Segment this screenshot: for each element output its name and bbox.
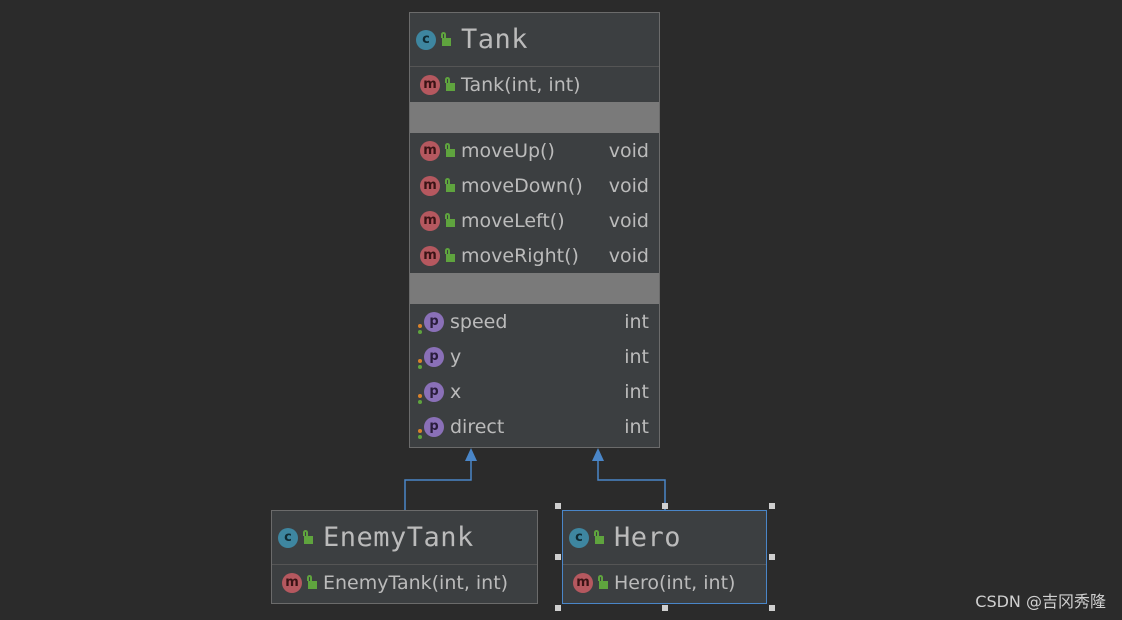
- hero-extends-arrow: [592, 448, 604, 461]
- enemytank-constructor-row[interactable]: m EnemyTank(int, int): [272, 565, 537, 600]
- field-name: y: [450, 345, 462, 368]
- field-type: int: [624, 345, 649, 368]
- class-icon: c: [278, 527, 298, 548]
- field-type: int: [624, 310, 649, 333]
- field-modifier-icon: [418, 359, 422, 369]
- method-icon: m: [420, 140, 440, 161]
- field-modifier-icon: [418, 324, 422, 334]
- tank-header: c Tank: [410, 13, 659, 67]
- public-lock-icon: [445, 247, 455, 262]
- property-icon: p: [424, 416, 444, 437]
- section-separator: [410, 273, 659, 304]
- class-icon: c: [569, 527, 589, 548]
- resize-handle-top-right[interactable]: [769, 503, 775, 509]
- method-return-type: void: [608, 139, 649, 162]
- method-return-type: void: [608, 174, 649, 197]
- method-icon: m: [420, 74, 440, 95]
- field-row-y[interactable]: p y int: [410, 339, 659, 374]
- method-icon: m: [573, 572, 593, 593]
- resize-handle-bottom-right[interactable]: [769, 605, 775, 611]
- field-modifier-icon: [418, 429, 422, 439]
- field-type: int: [624, 380, 649, 403]
- public-lock-icon: [445, 142, 455, 157]
- constructor-label: Tank(int, int): [461, 73, 581, 96]
- watermark-text: CSDN @吉冈秀隆: [975, 592, 1106, 611]
- property-icon: p: [424, 346, 444, 367]
- resize-handle-middle-right[interactable]: [769, 554, 775, 560]
- public-lock-icon: [441, 31, 451, 46]
- field-row-speed[interactable]: p speed int: [410, 304, 659, 339]
- method-icon: m: [282, 572, 302, 593]
- class-icon: c: [416, 29, 436, 50]
- field-name: x: [450, 380, 462, 403]
- property-icon: p: [424, 381, 444, 402]
- field-row-x[interactable]: p x int: [410, 374, 659, 409]
- tank-constructor-row[interactable]: m Tank(int, int): [410, 67, 659, 102]
- constructor-label: Hero(int, int): [614, 571, 736, 594]
- hero-title: Hero: [614, 522, 682, 553]
- method-icon: m: [420, 175, 440, 196]
- resize-handle-top-center[interactable]: [662, 503, 668, 509]
- resize-handle-middle-left[interactable]: [555, 554, 561, 560]
- enemytank-extends-arrow: [465, 448, 477, 461]
- method-icon: m: [420, 210, 440, 231]
- tank-title: Tank: [461, 24, 529, 55]
- public-lock-icon: [445, 212, 455, 227]
- method-icon: m: [420, 245, 440, 266]
- method-return-type: void: [608, 209, 649, 232]
- property-icon: p: [424, 311, 444, 332]
- public-lock-icon: [303, 529, 313, 544]
- method-row-moveleft[interactable]: m moveLeft() void: [410, 203, 659, 238]
- public-lock-icon: [598, 574, 608, 589]
- public-lock-icon: [307, 574, 317, 589]
- enemytank-class-node[interactable]: c EnemyTank m EnemyTank(int, int): [271, 510, 538, 604]
- hero-constructor-row[interactable]: m Hero(int, int): [563, 565, 766, 600]
- hero-header: c Hero: [563, 511, 766, 565]
- public-lock-icon: [594, 529, 604, 544]
- method-row-movedown[interactable]: m moveDown() void: [410, 168, 659, 203]
- field-row-direct[interactable]: p direct int: [410, 409, 659, 444]
- enemytank-header: c EnemyTank: [272, 511, 537, 565]
- method-row-moveright[interactable]: m moveRight() void: [410, 238, 659, 273]
- section-separator: [410, 102, 659, 133]
- enemytank-extends-edge: [404, 455, 472, 511]
- field-name: speed: [450, 310, 508, 333]
- hero-class-node[interactable]: c Hero m Hero(int, int): [562, 510, 767, 604]
- constructor-label: EnemyTank(int, int): [323, 571, 509, 594]
- method-name: moveRight(): [461, 244, 579, 267]
- method-name: moveDown(): [461, 174, 583, 197]
- public-lock-icon: [445, 76, 455, 91]
- field-name: direct: [450, 415, 505, 438]
- resize-handle-top-left[interactable]: [555, 503, 561, 509]
- tank-class-node[interactable]: c Tank m Tank(int, int) m moveUp() void …: [409, 12, 660, 448]
- hero-extends-edge: [597, 455, 666, 511]
- resize-handle-bottom-center[interactable]: [662, 605, 668, 611]
- enemytank-title: EnemyTank: [323, 522, 474, 553]
- field-type: int: [624, 415, 649, 438]
- method-name: moveUp(): [461, 139, 555, 162]
- field-modifier-icon: [418, 394, 422, 404]
- method-name: moveLeft(): [461, 209, 565, 232]
- method-row-moveup[interactable]: m moveUp() void: [410, 133, 659, 168]
- method-return-type: void: [608, 244, 649, 267]
- public-lock-icon: [445, 177, 455, 192]
- resize-handle-bottom-left[interactable]: [555, 605, 561, 611]
